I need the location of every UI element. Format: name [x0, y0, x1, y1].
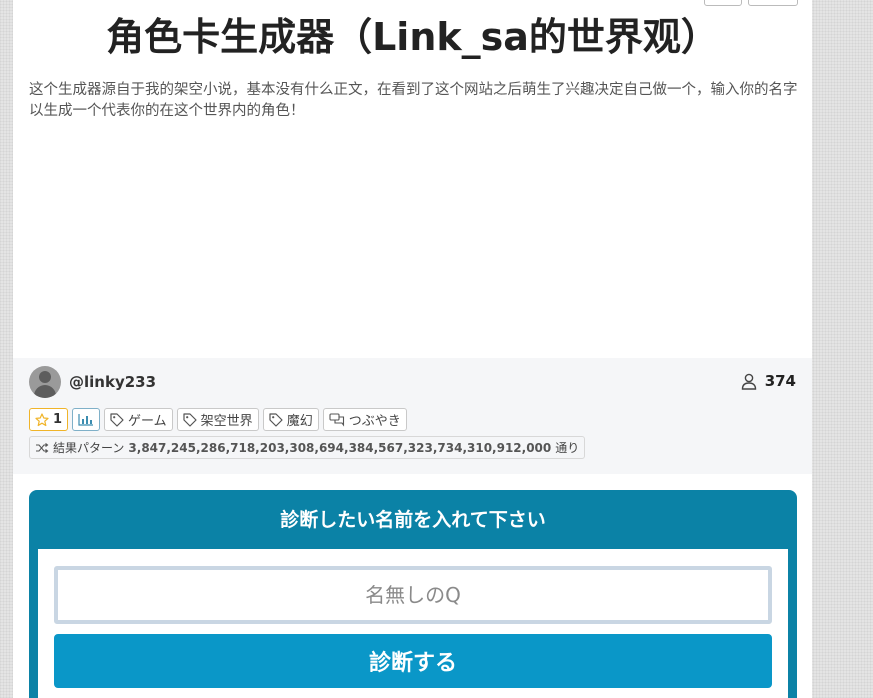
- tag-game[interactable]: ゲーム: [104, 408, 173, 431]
- avatar[interactable]: [29, 366, 61, 398]
- pattern-value: 3,847,245,286,718,203,308,694,384,567,32…: [128, 440, 552, 455]
- pattern-unit: 通り: [555, 441, 580, 455]
- star-icon: [35, 412, 49, 427]
- pattern-label: 結果パターン: [53, 441, 125, 455]
- tag-icon: [110, 412, 124, 427]
- favorite-button[interactable]: 1: [29, 408, 69, 431]
- tag-label: 架空世界: [200, 414, 253, 429]
- shuffle-icon: [35, 442, 49, 454]
- generator-meta: @linky233 374 1 ゲーム 架空世界 魔幻 つぶやき 結果パターン …: [13, 358, 812, 474]
- stats-button[interactable]: [72, 408, 101, 431]
- tag-label: ゲーム: [128, 414, 167, 429]
- page-title: 角色卡生成器（Link_sa的世界观）: [106, 15, 719, 59]
- tag-fantasy[interactable]: 魔幻: [262, 408, 319, 431]
- favorite-count: 1: [53, 412, 63, 427]
- diagnose-button[interactable]: 診断する: [54, 634, 772, 688]
- bar-chart-icon: [78, 413, 94, 426]
- tag-label: 魔幻: [286, 414, 313, 429]
- chat-icon: [329, 412, 345, 427]
- tag-icon: [269, 412, 283, 427]
- generator-description: 这个生成器源自于我的架空小说，基本没有什么正文，在看到了这个网站之后萌生了兴趣决…: [29, 82, 798, 119]
- author-info[interactable]: @linky233: [29, 366, 156, 398]
- author-handle[interactable]: @linky233: [69, 373, 156, 391]
- diagnosis-form: 診断したい名前を入れて下さい 診断する: [29, 490, 797, 698]
- tag-fictional-world[interactable]: 架空世界: [176, 408, 259, 431]
- tweet-label: つぶやき: [348, 414, 401, 429]
- form-body: 診断する: [38, 549, 788, 698]
- name-input[interactable]: [54, 566, 772, 624]
- tag-list: 1 ゲーム 架空世界 魔幻 つぶやき 結果パターン 3,847,245,286,…: [29, 408, 799, 459]
- tag-icon: [183, 412, 197, 427]
- tweet-button[interactable]: つぶやき: [322, 408, 407, 431]
- form-title: 診断したい名前を入れて下さい: [280, 509, 546, 531]
- view-count: 374: [764, 372, 796, 390]
- result-pattern-count: 結果パターン 3,847,245,286,718,203,308,694,384…: [29, 436, 586, 459]
- main-page: 角色卡生成器（Link_sa的世界观） 这个生成器源自于我的架空小说，基本没有什…: [13, 0, 812, 698]
- view-counter: 374: [741, 372, 796, 390]
- user-icon: [741, 373, 757, 390]
